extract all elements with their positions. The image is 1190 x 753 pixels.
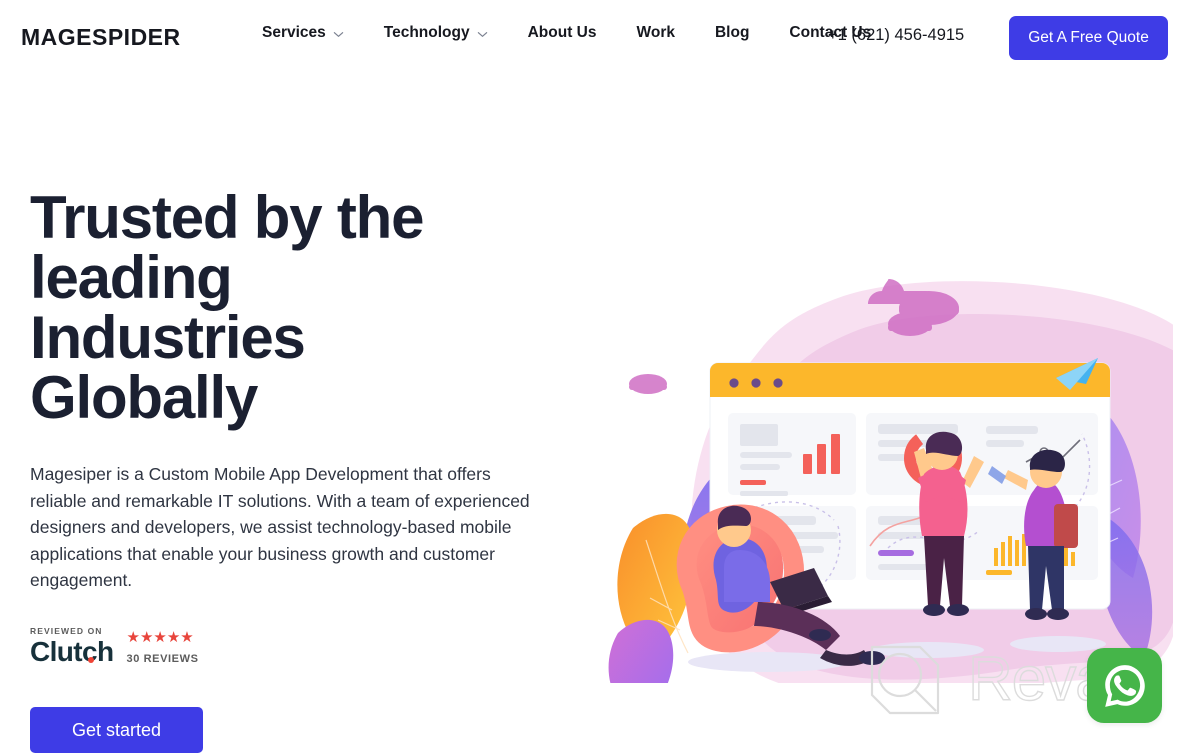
nav-label: About Us: [527, 24, 597, 41]
nav-label: Blog: [714, 24, 750, 41]
hero-description: Magesiper is a Custom Mobile App Develop…: [30, 464, 530, 590]
nav-item-about-us[interactable]: About Us: [528, 24, 615, 42]
reviews-count-label: 30 REVIEWS: [126, 653, 199, 665]
clutch-dot-icon: [88, 657, 94, 663]
get-started-button[interactable]: Get started: [30, 707, 203, 753]
nav-item-technology[interactable]: Technology: [384, 24, 506, 42]
whatsapp-chat-button[interactable]: [1087, 648, 1162, 723]
clutch-logo-group: REVIEWED ON Clutch: [30, 626, 114, 667]
nav-item-services[interactable]: Services: [262, 24, 362, 42]
get-a-free-quote-button[interactable]: Get A Free Quote: [1009, 16, 1168, 60]
chevron-down-icon: [333, 29, 344, 40]
chevron-down-icon: [477, 29, 488, 40]
clutch-rating-group: ★★★★★ 30 REVIEWS: [127, 626, 199, 665]
page-root: MAGESPIDER Services Technology About Us …: [0, 0, 1190, 753]
clutch-logo-text: Clutch: [30, 636, 114, 667]
hero-illustration: [588, 258, 1173, 683]
nav-item-work[interactable]: Work: [637, 24, 693, 42]
hero-illustration-svg: [608, 279, 1173, 683]
clutch-wordmark: Clutch: [30, 637, 114, 667]
site-logo[interactable]: MAGESPIDER: [21, 24, 181, 51]
star-rating-icon: ★★★★★: [126, 629, 194, 646]
clutch-review-badge[interactable]: REVIEWED ON Clutch ★★★★★ 30 REVIEWS: [30, 626, 199, 667]
header-phone-number[interactable]: +1 (621) 456-4915: [828, 26, 964, 45]
site-header: MAGESPIDER Services Technology About Us …: [0, 0, 1190, 76]
page-title: Trusted by the leading Industries Global…: [30, 184, 424, 431]
main-navigation: Services Technology About Us Work Blog C…: [262, 24, 889, 42]
whatsapp-icon: [1104, 664, 1145, 707]
nav-label: Work: [636, 24, 675, 41]
nav-label: Services: [262, 24, 326, 41]
nav-label: Technology: [383, 24, 470, 41]
nav-item-blog[interactable]: Blog: [715, 24, 767, 42]
hero-content: Trusted by the leading Industries Global…: [30, 188, 570, 594]
